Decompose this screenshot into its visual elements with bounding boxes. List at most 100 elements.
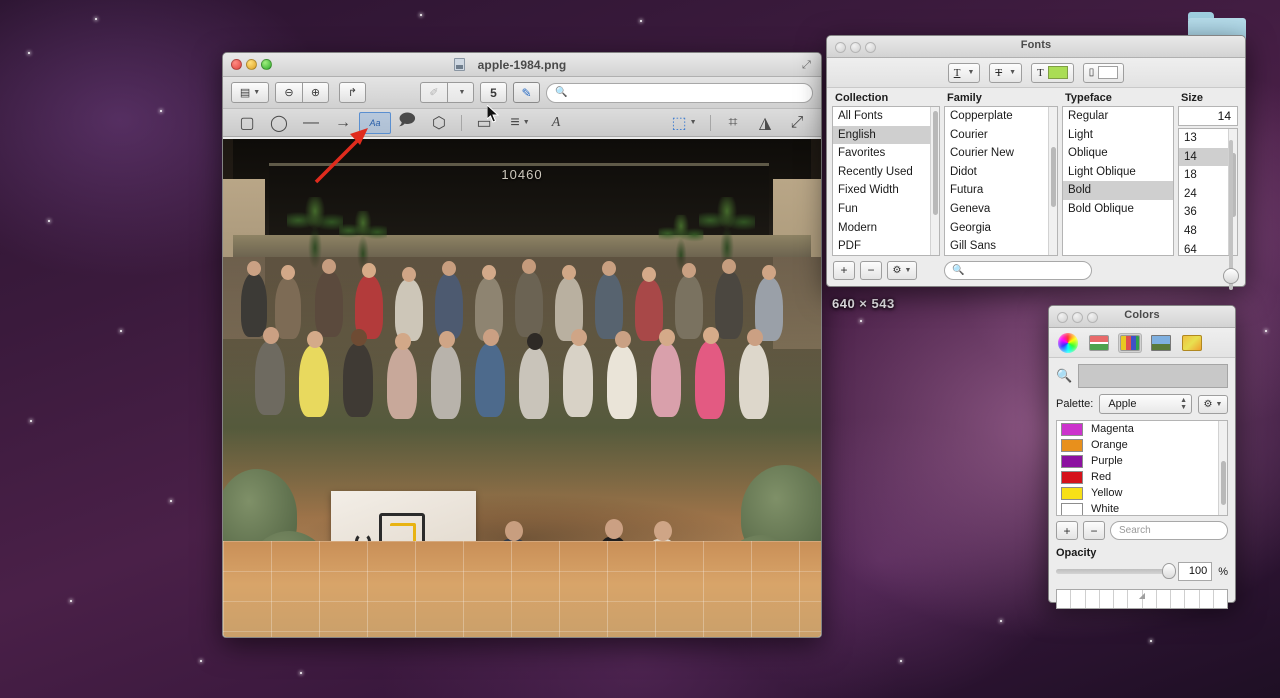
list-item[interactable]: Fixed Width [833,181,939,200]
fonts-effects-toolbar[interactable]: T ▼ T ▼ T ▯ [827,58,1245,88]
palette-action-button[interactable]: ⚙ ▼ [1198,394,1228,414]
image-palette-icon[interactable] [1149,333,1173,353]
fonts-panel[interactable]: Fonts T ▼ T ▼ T ▯ Collection All Fonts E… [826,35,1246,290]
resize-grabber[interactable]: ◢ [1139,591,1145,600]
size-slider[interactable] [1223,140,1239,290]
fonts-bottom-bar[interactable]: + − ⚙ ▼ 🔍 [827,256,1245,284]
remove-color-button[interactable]: − [1083,521,1105,540]
swatch-cell[interactable] [1171,590,1186,608]
fonts-action-button[interactable]: ⚙ ▼ [887,260,917,280]
text-format-tool[interactable]: A [540,112,572,134]
markup-toolbar-button[interactable]: ✎ [513,82,540,103]
opacity-section[interactable]: Opacity 100 % [1049,545,1235,581]
collection-list[interactable]: All Fonts English Favorites Recently Use… [832,106,940,256]
add-collection-button[interactable]: + [833,260,855,280]
list-item[interactable]: Modern [833,219,939,238]
opacity-row[interactable]: 100 % [1056,562,1228,581]
text-color-button[interactable]: T [1031,62,1074,83]
scrollbar-thumb[interactable] [933,111,938,215]
list-item[interactable]: Favorites [833,144,939,163]
oval-tool[interactable]: ◯ [263,112,295,134]
slider-knob[interactable] [1223,268,1239,284]
rectangle-tool[interactable]: ▢ [231,112,263,134]
swatch-cell[interactable] [1185,590,1200,608]
adjust-color-tool[interactable]: ◮ [749,112,781,134]
list-item[interactable]: Courier New [945,144,1057,163]
list-item[interactable]: PDF [833,237,939,255]
image-canvas[interactable]: 10460 [223,139,821,637]
list-item[interactable]: Copperplate [945,107,1057,126]
list-item[interactable]: Magenta [1057,421,1227,437]
search-input[interactable] [572,86,804,99]
scrollbar-thumb[interactable] [1221,461,1226,505]
list-item[interactable]: Recently Used [833,163,939,182]
swatch-cell[interactable] [1057,590,1072,608]
collection-scrollbar[interactable] [930,107,939,255]
list-item[interactable]: Courier [945,126,1057,145]
swatch-cell[interactable] [1114,590,1129,608]
swatch-cell[interactable] [1086,590,1100,608]
preview-search-field[interactable]: 🔍 [546,82,813,103]
list-item[interactable]: Didot [945,163,1057,182]
list-item[interactable]: Bold Oblique [1063,200,1173,219]
text-color-swatch[interactable] [1047,66,1068,79]
swatch-cell[interactable] [1157,590,1171,608]
list-item[interactable]: All Fonts [833,107,939,126]
list-item[interactable]: Light Oblique [1063,163,1173,182]
list-item[interactable]: Light [1063,126,1173,145]
document-color-swatch[interactable] [1098,66,1119,79]
colors-titlebar[interactable]: Colors [1049,306,1235,328]
list-item[interactable]: White [1057,501,1227,515]
zoom-group[interactable]: ⊖ ⊕ [275,82,329,103]
strikethrough-button[interactable]: T ▼ [989,62,1023,83]
list-item[interactable]: Georgia [945,219,1057,238]
list-item[interactable]: Orange [1057,437,1227,453]
color-sliders-icon[interactable] [1087,333,1111,353]
swatch-cell[interactable] [1200,590,1214,608]
polygon-tool[interactable]: ⬡ [423,112,455,134]
fullscreen-icon[interactable]: ⤢ [802,59,814,71]
speech-bubble-tool[interactable]: 🗩 [391,112,423,134]
add-color-button[interactable]: + [1056,521,1078,540]
list-item[interactable]: Oblique [1063,144,1173,163]
document-color-button[interactable]: ▯ [1082,62,1125,83]
highlight-group[interactable]: ✐ ▼ [420,82,474,103]
list-item[interactable]: Yellow [1057,485,1227,501]
remove-collection-button[interactable]: − [860,260,882,280]
list-item[interactable]: Bold [1063,181,1173,200]
list-item[interactable]: Purple [1057,453,1227,469]
family-scrollbar[interactable] [1048,107,1057,255]
fonts-titlebar[interactable]: Fonts [827,36,1245,58]
line-style-tool[interactable]: ≡ ▼ [500,112,540,134]
list-item[interactable]: Gill Sans [945,237,1057,255]
color-palettes-icon[interactable] [1118,332,1142,353]
opacity-slider[interactable] [1056,563,1177,579]
size-input[interactable]: 14 [1178,106,1238,126]
palette-select[interactable]: Apple ▲ ▼ [1099,394,1192,414]
fonts-search-input[interactable] [968,264,1084,276]
list-item[interactable]: Geneva [945,200,1057,219]
color-list-scrollbar[interactable] [1218,421,1227,515]
color-list[interactable]: Magenta Orange Purple Red Yellow White [1056,420,1228,516]
list-item[interactable]: Regular [1063,107,1173,126]
swatch-cell[interactable] [1071,590,1086,608]
fonts-search-field[interactable]: 🔍 [944,260,1092,280]
swatch-cell[interactable] [1214,590,1227,608]
palette-row[interactable]: Palette: Apple ▲ ▼ ⚙ ▼ [1049,394,1235,420]
highlight-options-button[interactable]: ▼ [447,82,474,103]
list-item[interactable]: Futura [945,181,1057,200]
colors-mode-toolbar[interactable] [1049,328,1235,358]
list-item[interactable]: Fun [833,200,939,219]
list-item[interactable]: English [833,125,939,145]
scrollbar-thumb[interactable] [1051,147,1056,207]
underline-button[interactable]: T ▼ [947,62,981,83]
sidebar-button[interactable]: ▤ ▼ [231,82,269,103]
opacity-slider-knob[interactable] [1162,563,1177,579]
crayons-icon[interactable] [1180,333,1204,353]
opacity-input[interactable]: 100 [1178,562,1213,581]
preview-titlebar[interactable]: apple-1984.png ⤢ [223,53,821,77]
typeface-list[interactable]: Regular Light Oblique Light Oblique Bold… [1062,106,1174,256]
zoom-in-button[interactable]: ⊕ [302,82,329,103]
color-preview-swatch[interactable] [1078,364,1228,388]
color-wheel-icon[interactable] [1056,332,1080,353]
